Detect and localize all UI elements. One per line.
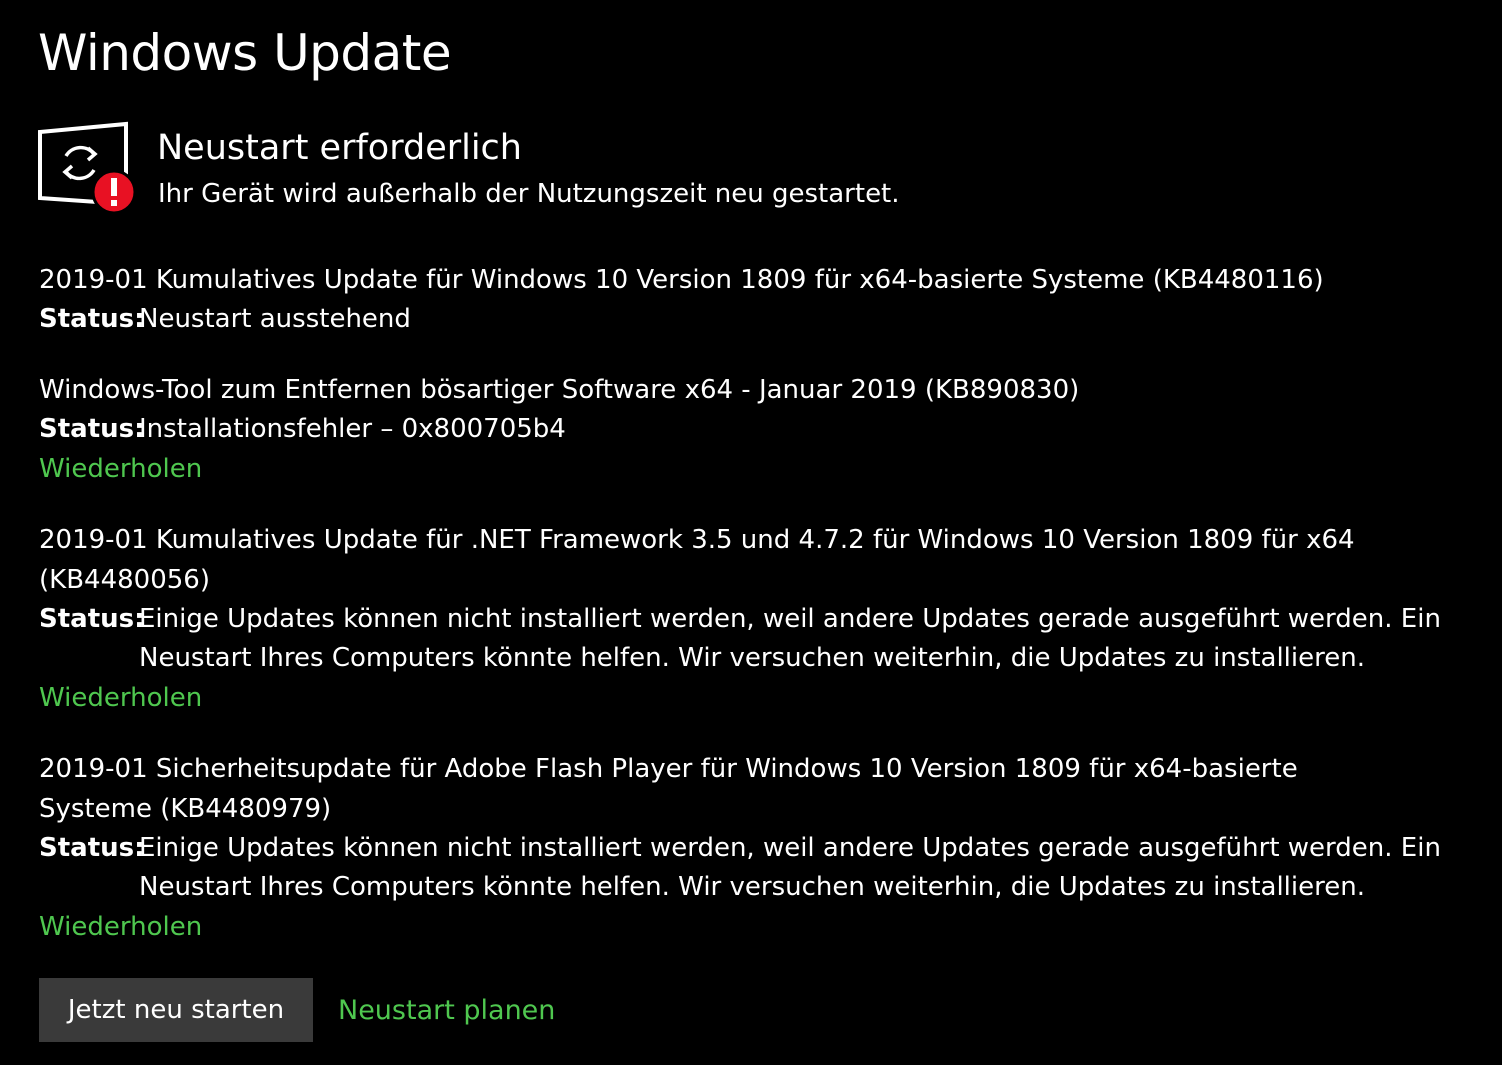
update-status-row: Status: Installationsfehler – 0x800705b4 xyxy=(39,410,1469,449)
status-text: Neustart ausstehend xyxy=(139,304,411,334)
status-label: Status: xyxy=(39,833,145,863)
action-bar: Jetzt neu starten Neustart planen xyxy=(39,978,555,1042)
status-text: Installationsfehler – 0x800705b4 xyxy=(139,414,566,444)
page-title: Windows Update xyxy=(38,24,452,82)
restart-status-subtext: Ihr Gerät wird außerhalb der Nutzungszei… xyxy=(158,179,900,209)
schedule-restart-link[interactable]: Neustart planen xyxy=(338,995,555,1026)
status-text: Einige Updates können nicht installiert … xyxy=(139,833,1441,902)
update-status-row: Status: Neustart ausstehend xyxy=(39,300,1469,339)
restart-required-icon xyxy=(38,121,137,215)
update-item: 2019-01 Kumulatives Update für .NET Fram… xyxy=(39,520,1469,718)
update-item: Windows-Tool zum Entfernen bösartiger So… xyxy=(39,370,1469,489)
status-label: Status: xyxy=(39,414,145,444)
retry-link[interactable]: Wiederholen xyxy=(39,678,202,718)
status-label: Status: xyxy=(39,304,145,334)
update-status-row: Status: Einige Updates können nicht inst… xyxy=(39,829,1469,907)
update-name: 2019-01 Kumulatives Update für Windows 1… xyxy=(39,265,1324,295)
update-name: 2019-01 Sicherheitsupdate für Adobe Flas… xyxy=(39,754,1298,824)
update-status-row: Status: Einige Updates können nicht inst… xyxy=(39,600,1469,678)
error-exclamation-icon xyxy=(91,169,137,215)
restart-now-button[interactable]: Jetzt neu starten xyxy=(39,978,313,1042)
status-label: Status: xyxy=(39,604,145,634)
status-text: Einige Updates können nicht installiert … xyxy=(139,604,1441,673)
update-list: 2019-01 Kumulatives Update für Windows 1… xyxy=(39,260,1469,978)
update-name: 2019-01 Kumulatives Update für .NET Fram… xyxy=(39,525,1355,595)
update-item: 2019-01 Sicherheitsupdate für Adobe Flas… xyxy=(39,749,1469,947)
restart-status-heading: Neustart erforderlich xyxy=(157,128,522,168)
retry-link[interactable]: Wiederholen xyxy=(39,449,202,489)
update-name: Windows-Tool zum Entfernen bösartiger So… xyxy=(39,375,1080,405)
retry-link[interactable]: Wiederholen xyxy=(39,907,202,947)
update-item: 2019-01 Kumulatives Update für Windows 1… xyxy=(39,260,1469,339)
